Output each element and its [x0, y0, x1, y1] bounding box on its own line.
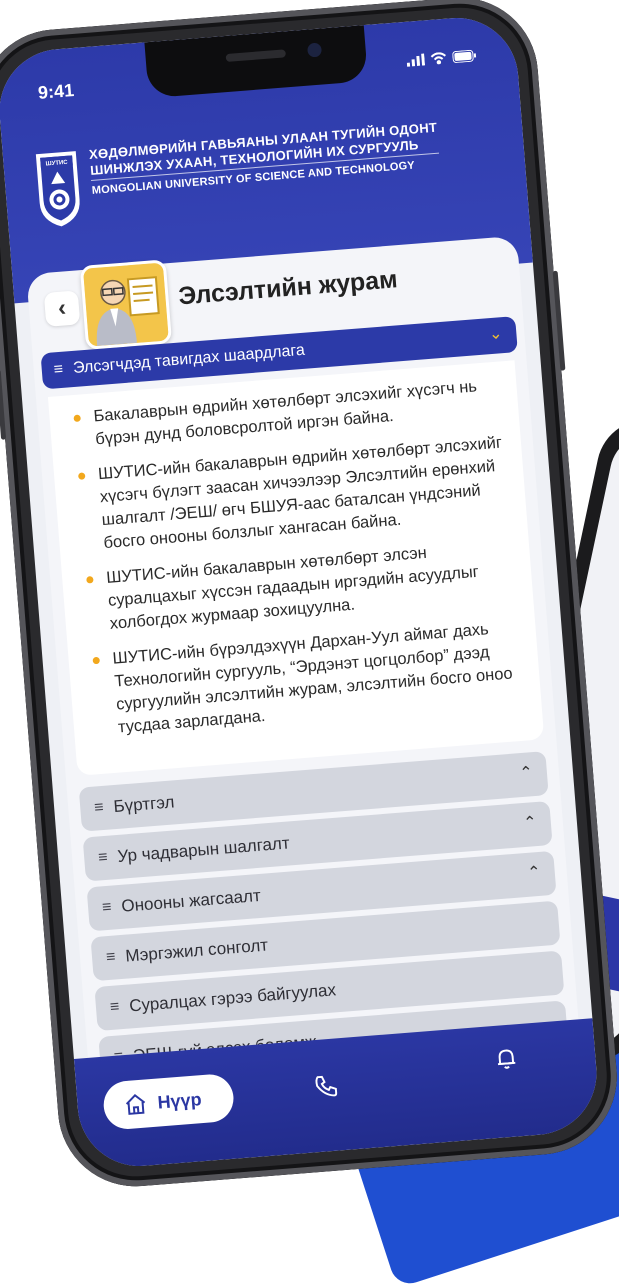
back-arrow-icon: ‹: [56, 294, 68, 322]
chevron-up-icon: ⌃: [526, 863, 542, 882]
avatar: [79, 259, 173, 350]
page-title: Элсэлтийн журам: [177, 265, 399, 311]
university-logo: ШУТИС: [33, 148, 86, 236]
list-item: ШУТИС-ийн бакалаврын өдрийн хөтөлбөрт эл…: [77, 431, 509, 556]
chevron-up-icon: ⌃: [518, 764, 534, 783]
battery-icon: [452, 48, 477, 68]
content-card: ‹ Элсэлтийн журам ≡ Элсэгчдэд тавигдах ш…: [26, 235, 580, 1081]
chevron-up-icon: ⌃: [522, 813, 538, 832]
menu-icon: ≡: [101, 898, 113, 917]
list-item: ШУТИС-ийн бүрэлдэхүүн Дархан-Уул аймаг д…: [92, 616, 524, 741]
chevron-down-icon: ⌄: [488, 325, 504, 344]
accordion-label: Онооны жагсаалт: [120, 885, 262, 916]
menu-icon: ≡: [97, 848, 109, 867]
home-label: Нүүр: [156, 1088, 203, 1113]
menu-icon: ≡: [105, 948, 117, 967]
home-button[interactable]: Нүүр: [101, 1072, 236, 1131]
back-button[interactable]: ‹: [43, 290, 81, 327]
university-brand: ШУТИС Хөдөлмөрийн Гавьяаны Улаан Тугийн …: [33, 120, 444, 237]
home-icon: [123, 1091, 149, 1117]
phone-mockup: 9:41 ШУТИС ХӨДӨЛМӨРИЙН ГАВЬЯАНЫ УЛААН ТУ…: [0, 0, 619, 1193]
accordion-label: Бүртгэл: [112, 792, 176, 817]
bell-icon[interactable]: [492, 1044, 520, 1077]
accordion-title: Элсэгчдэд тавигдах шаардлага: [72, 341, 306, 377]
accordion-label: Суралцах гэрээ байгуулах: [128, 980, 337, 1016]
menu-icon: ≡: [93, 798, 105, 817]
app-screen: 9:41 ШУТИС ХӨДӨЛМӨРИЙН ГАВЬЯАНЫ УЛААН ТУ…: [0, 13, 602, 1171]
menu-icon: ≡: [109, 998, 121, 1017]
accordion-label: Мэргэжил сонголт: [124, 935, 269, 966]
wifi-icon: [430, 51, 447, 70]
accordion-label: Ур чадварын шалгалт: [116, 833, 291, 866]
menu-icon: ≡: [53, 360, 64, 379]
phone-icon[interactable]: [312, 1072, 340, 1105]
status-time: 9:41: [37, 80, 75, 103]
accordion-body-requirements: Бакалаврын өдрийн хөтөлбөрт элсэхийг хүс…: [47, 360, 545, 776]
signal-icon: [406, 52, 426, 71]
